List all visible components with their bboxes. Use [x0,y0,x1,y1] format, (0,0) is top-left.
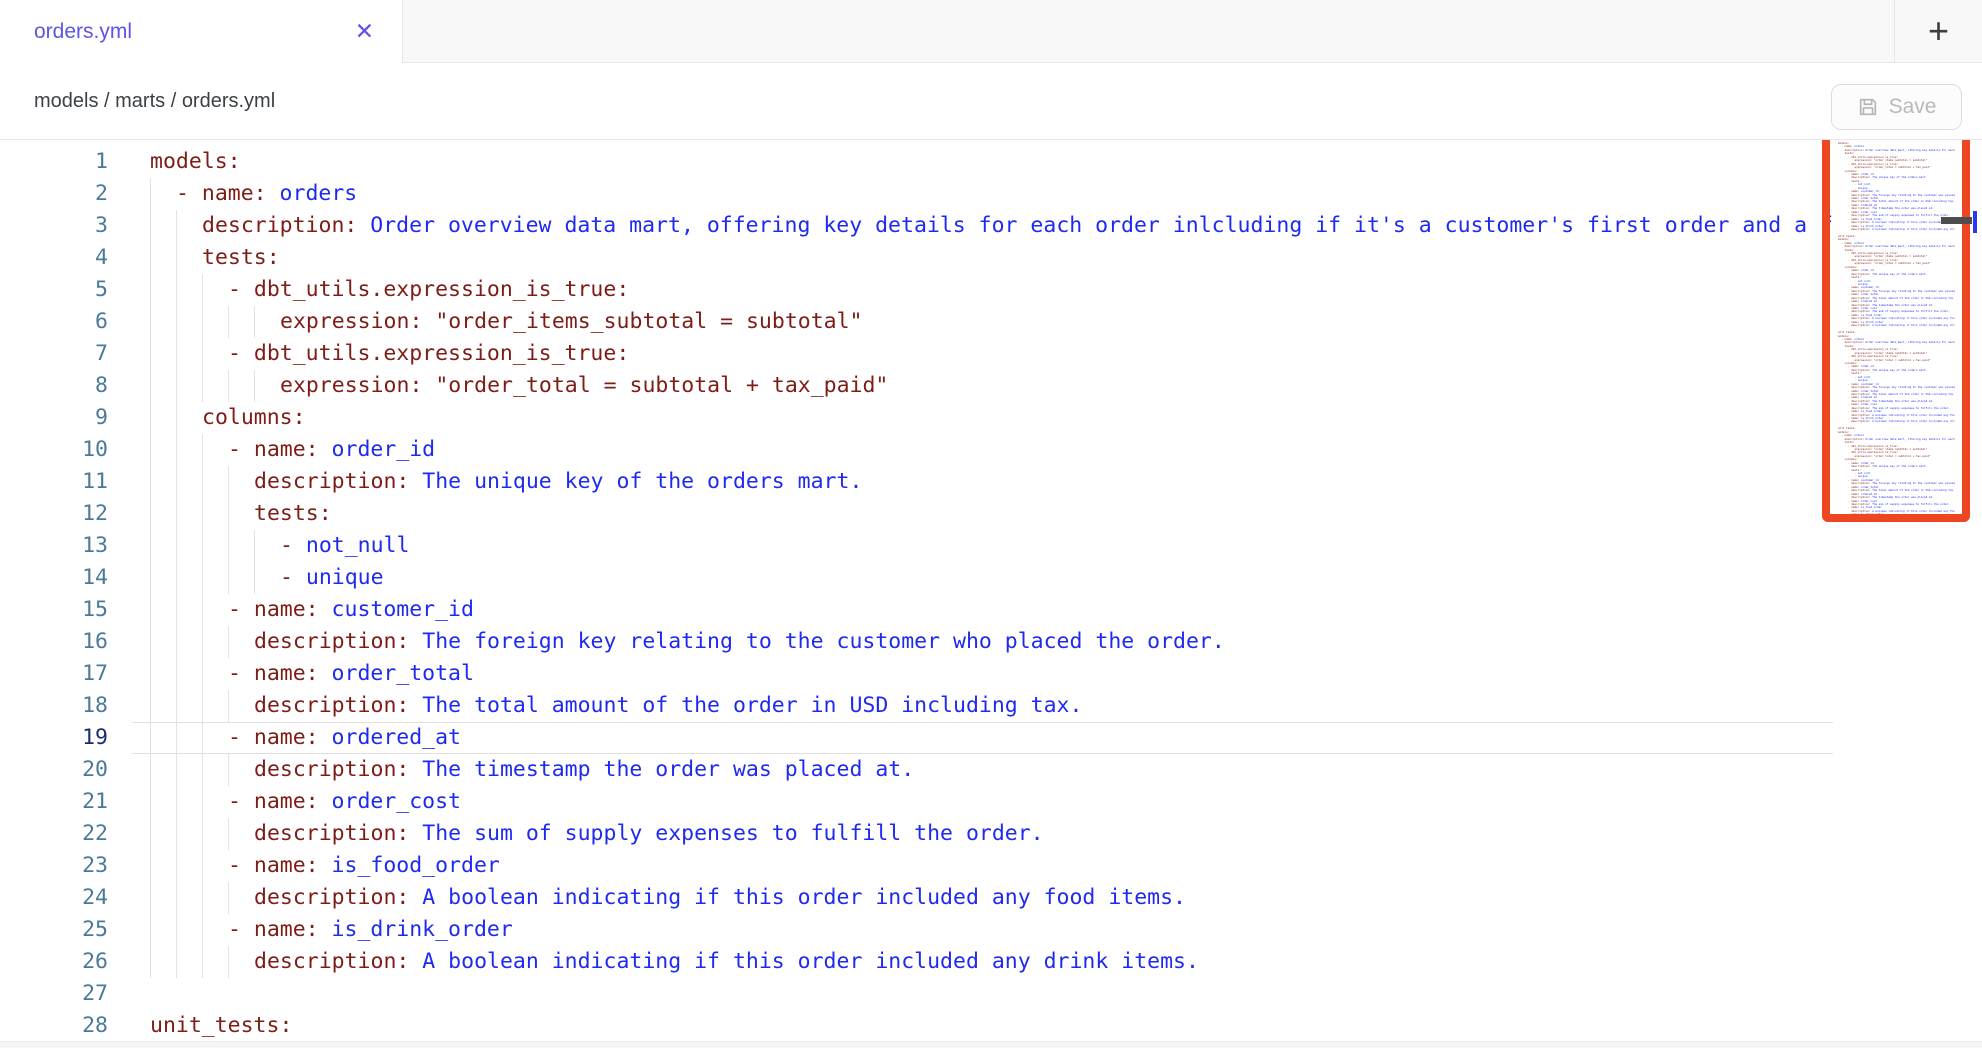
plus-icon: + [1928,13,1949,49]
line-number[interactable]: 1 [0,146,108,178]
close-icon[interactable]: ✕ [355,20,374,43]
code-line[interactable]: description: The total amount of the ord… [150,690,1833,722]
save-floppy-icon [1857,96,1879,118]
code-line[interactable]: expression: "order_total = subtotal + ta… [150,370,1833,402]
code-line[interactable]: description: The sum of supply expenses … [150,818,1833,850]
code-line[interactable]: description: A boolean indicating if thi… [150,882,1833,914]
line-number[interactable]: 9 [0,402,108,434]
line-number[interactable]: 16 [0,626,108,658]
ide-window: orders.yml ✕ + models / marts / orders.y… [0,0,1982,1048]
code-line[interactable]: description: A boolean indicating if thi… [150,946,1833,978]
new-tab-button[interactable]: + [1894,0,1982,63]
code-line[interactable]: description: The foreign key relating to… [150,626,1833,658]
line-number[interactable]: 3 [0,210,108,242]
line-number[interactable]: 8 [0,370,108,402]
line-number[interactable]: 5 [0,274,108,306]
save-button-label: Save [1889,95,1937,119]
minimap-content: models:- name: ordersdescription: Order … [1833,140,1955,514]
code-line[interactable] [150,978,1833,1010]
line-number[interactable]: 17 [0,658,108,690]
code-line[interactable]: description: Order overview data mart, o… [150,210,1833,242]
line-number[interactable]: 23 [0,850,108,882]
line-number-gutter[interactable]: 1234567891011121314151617181920212223242… [0,146,108,1042]
line-number[interactable]: 22 [0,818,108,850]
code-line[interactable]: - name: is_drink_order [150,914,1833,946]
code-line[interactable]: - unique [150,562,1833,594]
breadcrumb: models / marts / orders.yml [0,90,275,113]
code-line[interactable]: - name: customer_id [150,594,1833,626]
line-number[interactable]: 11 [0,466,108,498]
tab-orders-yml[interactable]: orders.yml ✕ [0,0,403,63]
code-line[interactable]: - name: ordered_at [150,722,1833,754]
line-number[interactable]: 24 [0,882,108,914]
code-line[interactable]: - name: orders [150,178,1833,210]
line-number[interactable]: 15 [0,594,108,626]
code-line[interactable]: models: [150,146,1833,178]
code-line[interactable]: - name: order_cost [150,786,1833,818]
code-editor[interactable]: 1234567891011121314151617181920212223242… [0,140,1982,1048]
line-number[interactable]: 13 [0,530,108,562]
save-button[interactable]: Save [1831,84,1962,130]
line-number[interactable]: 25 [0,914,108,946]
line-number[interactable]: 14 [0,562,108,594]
code-line[interactable]: - dbt_utils.expression_is_true: [150,338,1833,370]
line-number[interactable]: 27 [0,978,108,1010]
line-number[interactable]: 10 [0,434,108,466]
code-line[interactable]: - not_null [150,530,1833,562]
line-number[interactable]: 12 [0,498,108,530]
tab-label: orders.yml [34,20,132,44]
line-number[interactable]: 20 [0,754,108,786]
code-line[interactable]: columns: [150,402,1833,434]
overview-ruler-cursor-tick [1973,211,1977,233]
file-header: models / marts / orders.yml Save [0,63,1982,140]
code-line[interactable]: - name: is_food_order [150,850,1833,882]
line-number[interactable]: 19 [0,722,108,754]
code-line[interactable]: unit_tests: [150,1010,1833,1042]
code-line[interactable]: expression: "order_items_subtotal = subt… [150,306,1833,338]
line-number[interactable]: 28 [0,1010,108,1042]
code-line[interactable]: description: The unique key of the order… [150,466,1833,498]
code-line[interactable]: - name: order_total [150,658,1833,690]
line-number[interactable]: 4 [0,242,108,274]
line-number[interactable]: 2 [0,178,108,210]
line-number[interactable]: 6 [0,306,108,338]
code-content[interactable]: models:- name: ordersdescription: Order … [150,146,1833,1042]
tab-bar-empty-area [403,0,1894,63]
code-line[interactable]: tests: [150,498,1833,530]
code-line[interactable]: tests: [150,242,1833,274]
code-line[interactable]: - name: order_id [150,434,1833,466]
line-number[interactable]: 7 [0,338,108,370]
code-line[interactable]: - dbt_utils.expression_is_true: [150,274,1833,306]
horizontal-scrollbar[interactable] [0,1041,1982,1048]
line-number[interactable]: 18 [0,690,108,722]
line-number[interactable]: 21 [0,786,108,818]
overview-ruler-cursor-marker [1941,217,1972,224]
line-number[interactable]: 26 [0,946,108,978]
code-line[interactable]: description: The timestamp the order was… [150,754,1833,786]
tab-bar: orders.yml ✕ + [0,0,1982,63]
minimap[interactable]: models:- name: ordersdescription: Order … [1833,140,1955,1048]
